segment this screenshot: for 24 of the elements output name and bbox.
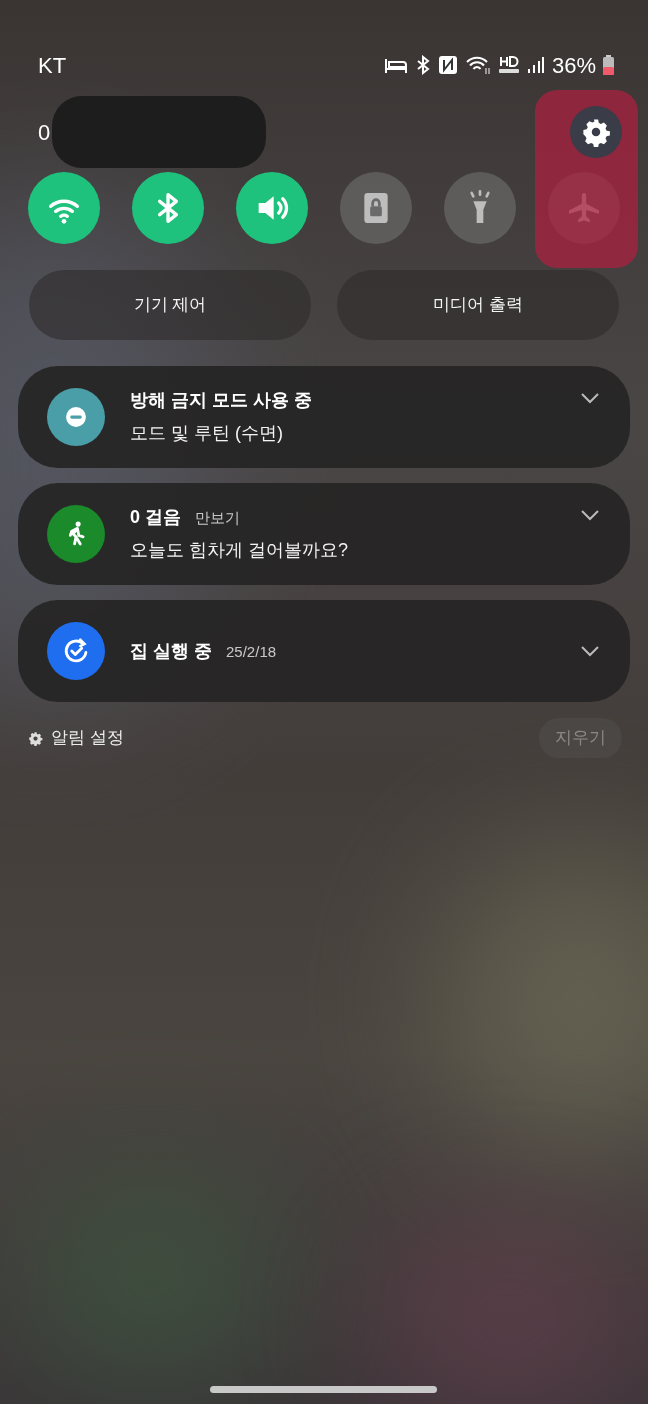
- notification-meta: 25/2/18: [226, 641, 277, 662]
- settings-icon: [28, 730, 43, 746]
- expand-chevron-icon[interactable]: [580, 509, 600, 521]
- pill-button[interactable]: 미디어 출력: [337, 270, 619, 340]
- pill-button[interactable]: 기기 제어: [29, 270, 311, 340]
- battery-percent: 36%: [551, 51, 596, 80]
- notification-card[interactable]: 방해 금지 모드 사용 중 모드 및 루틴 (수면): [18, 366, 630, 468]
- notification-title: 방해 금지 모드 사용 중: [130, 389, 312, 412]
- notification-title: 0 걸음: [130, 506, 181, 529]
- hd-voice-icon: [497, 55, 520, 75]
- notification-title: 집 실행 중: [130, 639, 212, 663]
- signal-icon: [526, 55, 545, 75]
- battery-icon: [603, 55, 614, 75]
- notification-text: 모드 및 루틴 (수면): [130, 422, 284, 445]
- expand-chevron-icon[interactable]: [580, 392, 600, 404]
- notification-card[interactable]: 집 실행 중 25/2/18: [18, 600, 630, 702]
- notification-meta: 만보기: [195, 508, 240, 528]
- carrier-label: KT: [38, 51, 67, 80]
- notification-settings-link[interactable]: 알림 설정: [28, 725, 124, 751]
- notification-card[interactable]: 0 걸음 만보기 오늘도 힘차게 걸어볼까요?: [18, 483, 630, 585]
- header-text: 0: [38, 118, 51, 147]
- wifi-icon: [464, 55, 491, 75]
- expand-chevron-icon[interactable]: [580, 645, 600, 657]
- notification-text: 오늘도 힘차게 걸어볼까요?: [130, 539, 349, 562]
